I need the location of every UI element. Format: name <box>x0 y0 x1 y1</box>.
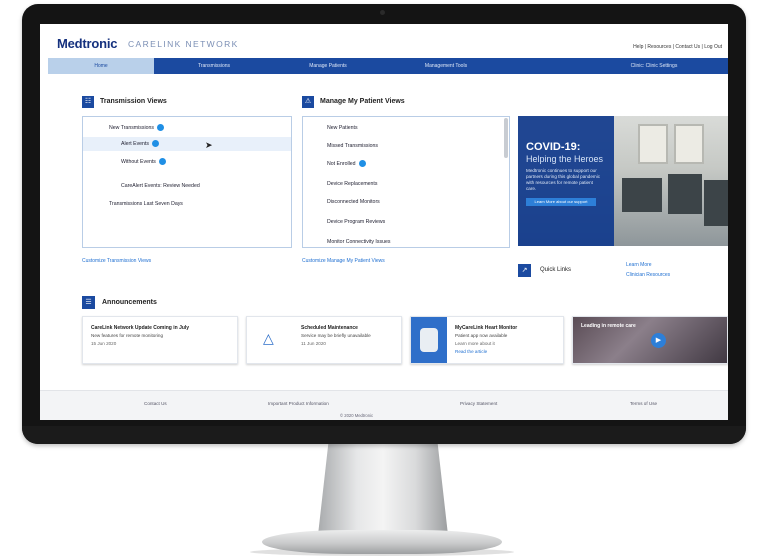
announcement-date: 15 Jun 2020 <box>91 341 117 346</box>
footer-link-product-info[interactable]: Important Product Information <box>268 401 329 406</box>
nav-transmissions[interactable]: Transmissions <box>160 58 268 74</box>
list-item-label: Not Enrolled <box>327 161 356 167</box>
video-title: Leading in remote care <box>581 323 636 329</box>
list-item-disconnected-monitors[interactable]: Disconnected Monitors <box>303 195 380 209</box>
copyright: © 2020 Medtronic <box>340 413 374 418</box>
video-card[interactable]: Leading in remote care ▶ <box>572 316 728 364</box>
list-item-without-events[interactable]: Without Events <box>83 155 291 169</box>
nav-manage-patients[interactable]: Manage Patients <box>270 58 386 74</box>
patient-views-title: Manage My Patient Views <box>320 98 405 105</box>
customize-patient-views-link[interactable]: Customize Manage My Patient Views <box>302 258 385 264</box>
monitor-chin <box>22 426 746 444</box>
nav-clinic-settings[interactable]: Clinic: Clinic Settings <box>596 58 712 74</box>
nav-management-tools[interactable]: Management Tools <box>388 58 504 74</box>
banner-photo-window <box>674 124 704 164</box>
monitor-stand-neck <box>318 443 448 535</box>
monitor-stand-base <box>262 530 502 554</box>
stage: Medtronic CARELINK NETWORK Help | Resour… <box>0 0 760 558</box>
quick-link-clinician-resources[interactable]: Clinician Resources <box>626 272 670 278</box>
banner-photo-monitor <box>668 174 702 214</box>
announcement-text: Patient app now available <box>455 333 508 338</box>
banner-learn-more-button[interactable]: Learn More about our support <box>526 198 596 206</box>
nav-home[interactable]: Home <box>48 58 154 74</box>
announcements-icon: ☰ <box>82 296 95 309</box>
announcement-date: 11 Jun 2020 <box>301 341 326 346</box>
announcement-text: New features for remote monitoring <box>91 333 163 338</box>
announcement-card[interactable]: CareLink Network Update Coming in July N… <box>82 316 238 364</box>
bell-icon: △ <box>263 330 274 346</box>
patient-views-icon: ⚠ <box>302 96 314 108</box>
site-header: Medtronic CARELINK NETWORK Help | Resour… <box>40 24 728 58</box>
medtronic-logo[interactable]: Medtronic <box>57 36 118 51</box>
list-item-device-program-reviews[interactable]: Device Program Reviews <box>303 215 385 229</box>
transmission-views-list: New Transmissions Alert Events ➤ Without… <box>82 116 292 248</box>
banner-subtitle: Helping the Heroes <box>526 154 604 164</box>
utility-links[interactable]: Help | Resources | Contact Us | Log Out <box>633 44 722 50</box>
announcement-detail: Learn more about it <box>455 341 495 346</box>
count-badge <box>358 160 366 168</box>
covid-banner[interactable]: COVID-19: Helping the Heroes Medtronic c… <box>518 116 728 246</box>
announcement-title: MyCareLink Heart Monitor <box>455 325 518 331</box>
list-item-new-patients[interactable]: New Patients <box>303 121 358 135</box>
banner-photo-monitor <box>704 180 728 226</box>
customize-transmission-views-link[interactable]: Customize Transmission Views <box>82 258 151 264</box>
footer-link-terms[interactable]: Terms of Use <box>630 401 657 406</box>
list-item-label: Alert Events <box>121 141 149 147</box>
list-item-device-replacements[interactable]: Device Replacements <box>303 177 377 191</box>
list-item-not-enrolled[interactable]: Not Enrolled <box>303 157 366 171</box>
announcements-title: Announcements <box>102 299 157 306</box>
banner-photo-monitor <box>622 178 662 212</box>
quick-links-icon: ↗ <box>518 264 531 277</box>
transmission-views-title: Transmission Views <box>100 98 167 105</box>
list-item-label: Without Events <box>121 159 156 165</box>
quick-link-learn-more[interactable]: Learn More <box>626 262 652 268</box>
heart-monitor-device-icon <box>420 328 438 352</box>
scrollbar[interactable] <box>504 118 508 158</box>
transmission-views-icon: ☷ <box>82 96 94 108</box>
webcam <box>380 10 385 15</box>
quick-links-title: Quick Links <box>540 267 572 273</box>
patient-views-list: New Patients Missed Transmissions Not En… <box>302 116 510 248</box>
list-item-alert-events[interactable]: Alert Events ➤ <box>83 137 291 151</box>
monitor-bezel: Medtronic CARELINK NETWORK Help | Resour… <box>22 4 746 444</box>
main-nav: Home Transmissions Manage Patients Manag… <box>48 58 728 74</box>
announcement-card[interactable]: △ Scheduled Maintenance Service may be b… <box>246 316 402 364</box>
play-icon[interactable]: ▶ <box>651 333 666 348</box>
mouse-cursor-icon: ➤ <box>205 140 213 150</box>
carelink-network-name: CARELINK NETWORK <box>128 39 239 49</box>
banner-photo-window <box>638 124 668 164</box>
screen: Medtronic CARELINK NETWORK Help | Resour… <box>40 24 728 420</box>
banner-title: COVID-19: <box>526 141 581 153</box>
announcement-link[interactable]: Read the article <box>455 349 487 354</box>
announcement-text: Service may be briefly unavailable <box>301 333 371 338</box>
list-item-carealert-events[interactable]: CareAlert Events: Review Needed <box>83 179 291 193</box>
list-item-missed-transmissions[interactable]: Missed Transmissions <box>303 139 378 153</box>
announcement-thumbnail <box>411 317 447 363</box>
list-item-label: Transmissions Last Seven Days <box>109 201 183 207</box>
list-item-label: New Transmissions <box>109 125 154 131</box>
footer-link-privacy[interactable]: Privacy Statement <box>460 401 497 406</box>
list-item-label: CareAlert Events: Review Needed <box>121 183 200 189</box>
site-footer: Contact Us Important Product Information… <box>40 390 728 420</box>
count-badge <box>158 158 166 166</box>
announcement-title: CareLink Network Update Coming in July <box>91 325 190 331</box>
announcement-title: Scheduled Maintenance <box>301 325 358 331</box>
list-item-new-transmissions[interactable]: New Transmissions <box>83 121 291 135</box>
count-badge <box>156 124 164 132</box>
banner-body: Medtronic continues to support our partn… <box>526 168 601 191</box>
list-item-connectivity-issues[interactable]: Monitor Connectivity Issues <box>303 235 390 247</box>
list-item-last-seven-days[interactable]: Transmissions Last Seven Days <box>83 197 291 211</box>
count-badge <box>151 140 159 148</box>
announcement-card[interactable]: MyCareLink Heart Monitor Patient app now… <box>410 316 564 364</box>
footer-link-contact[interactable]: Contact Us <box>144 401 167 406</box>
